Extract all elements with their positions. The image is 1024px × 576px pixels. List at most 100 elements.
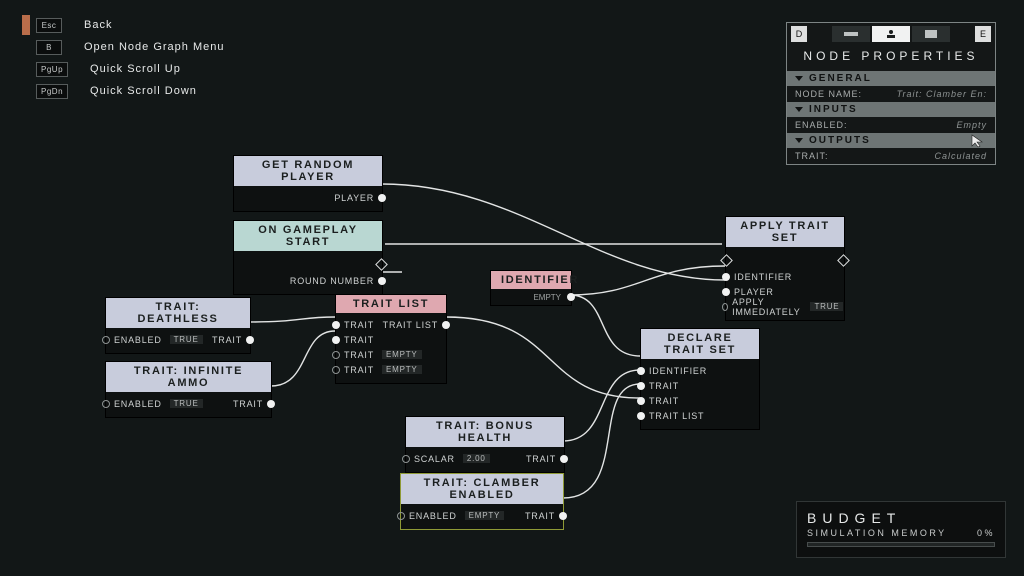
exec-out-port[interactable]: [375, 258, 388, 271]
output-port[interactable]: [267, 400, 275, 408]
key-legend: Esc Back B Open Node Graph Menu PgUp Qui…: [22, 15, 224, 103]
input-label: TRAIT: [344, 335, 374, 345]
input-port[interactable]: [102, 400, 110, 408]
property-key: ENABLED:: [795, 120, 848, 130]
input-label: TRAIT: [344, 365, 374, 375]
node-trait-clamber-enabled[interactable]: TRAIT: CLAMBER ENABLED ENABLEDEMPTY TRAI…: [400, 473, 564, 530]
exec-out-port[interactable]: [837, 254, 850, 267]
node-trait-infinite-ammo[interactable]: TRAIT: INFINITE AMMO ENABLEDTRUE TRAIT: [105, 361, 272, 418]
caret-down-icon: [795, 76, 803, 81]
input-value: 2.00: [463, 454, 490, 463]
output-label: TRAIT LIST: [383, 320, 438, 330]
node-title: TRAIT: BONUS HEALTH: [406, 417, 564, 447]
node-declare-trait-set[interactable]: DECLARE TRAIT SET IDENTIFIER TRAIT TRAIT…: [640, 328, 760, 430]
output-label: TRAIT: [233, 399, 263, 409]
input-value: EMPTY: [382, 350, 422, 359]
input-label: APPLY IMMEDIATELY: [732, 297, 802, 317]
key-pgdn: PgDn: [36, 84, 68, 99]
input-value: TRUE: [810, 302, 843, 311]
node-trait-deathless[interactable]: TRAIT: DEATHLESS ENABLED TRUE TRAIT: [105, 297, 251, 354]
key-esc: Esc: [36, 18, 62, 33]
input-port[interactable]: [722, 273, 730, 281]
output-port[interactable]: [567, 293, 575, 301]
input-port[interactable]: [332, 351, 340, 359]
node-title: ON GAMEPLAY START: [234, 221, 382, 251]
property-row[interactable]: ENABLED: Empty: [787, 117, 995, 133]
section-header-outputs[interactable]: OUTPUTS: [787, 133, 995, 148]
input-port[interactable]: [637, 412, 645, 420]
node-title: TRAIT LIST: [336, 295, 446, 313]
output-label: ROUND NUMBER: [240, 276, 374, 286]
input-label: ENABLED: [114, 335, 162, 345]
output-port[interactable]: [246, 336, 254, 344]
input-port[interactable]: [637, 367, 645, 375]
input-label: TRAIT: [649, 381, 679, 391]
input-label: ENABLED: [409, 511, 457, 521]
node-title: TRAIT: INFINITE AMMO: [106, 362, 271, 392]
legend-row[interactable]: PgDn Quick Scroll Down: [22, 81, 224, 101]
identifier-value: EMPTY: [533, 293, 561, 302]
property-key: TRAIT:: [795, 151, 829, 161]
property-value: Calculated: [934, 151, 987, 161]
panel-nav-right[interactable]: E: [975, 26, 991, 42]
legend-accent: [22, 15, 30, 35]
budget-value: 0%: [977, 528, 995, 538]
legend-row[interactable]: Esc Back: [22, 15, 224, 35]
input-port[interactable]: [722, 303, 728, 311]
property-key: NODE NAME:: [795, 89, 862, 99]
input-port[interactable]: [402, 455, 410, 463]
budget-label: SIMULATION MEMORY: [807, 528, 947, 538]
section-header-inputs[interactable]: INPUTS: [787, 102, 995, 117]
output-port[interactable]: [442, 321, 450, 329]
input-label: TRAIT: [649, 396, 679, 406]
output-port[interactable]: [559, 512, 567, 520]
node-trait-bonus-health[interactable]: TRAIT: BONUS HEALTH SCALAR2.00 TRAIT: [405, 416, 565, 473]
input-label: TRAIT LIST: [649, 411, 704, 421]
output-label: PLAYER: [240, 193, 374, 203]
property-row[interactable]: TRAIT: Calculated: [787, 148, 995, 164]
input-port[interactable]: [722, 288, 730, 296]
output-port[interactable]: [378, 194, 386, 202]
node-title: TRAIT: DEATHLESS: [106, 298, 250, 328]
panel-tab-2[interactable]: [872, 26, 910, 42]
property-row[interactable]: NODE NAME: Trait: Clamber En:: [787, 86, 995, 102]
input-label: TRAIT: [344, 350, 374, 360]
node-trait-list[interactable]: TRAIT LIST TRAIT TRAIT LIST TRAIT TRAIT E…: [335, 294, 447, 384]
input-port[interactable]: [332, 366, 340, 374]
output-label: TRAIT: [212, 335, 242, 345]
legend-row[interactable]: B Open Node Graph Menu: [22, 37, 224, 57]
node-on-gameplay-start[interactable]: ON GAMEPLAY START ROUND NUMBER: [233, 220, 383, 295]
key-b: B: [36, 40, 62, 55]
input-port[interactable]: [637, 382, 645, 390]
input-port[interactable]: [332, 336, 340, 344]
legend-label: Open Node Graph Menu: [84, 41, 224, 53]
panel-tabs: D E: [787, 23, 995, 45]
output-port[interactable]: [378, 277, 386, 285]
legend-label: Quick Scroll Up: [90, 63, 181, 75]
input-port[interactable]: [397, 512, 405, 520]
panel-nav-left[interactable]: D: [791, 26, 807, 42]
section-header-general[interactable]: GENERAL: [787, 71, 995, 86]
node-identifier[interactable]: IDENTIFIER EMPTY: [490, 270, 572, 306]
property-value: Trait: Clamber En:: [897, 89, 987, 99]
input-label: IDENTIFIER: [734, 272, 792, 282]
input-port[interactable]: [332, 321, 340, 329]
caret-down-icon: [795, 107, 803, 112]
input-port[interactable]: [637, 397, 645, 405]
input-label: SCALAR: [414, 454, 455, 464]
legend-row[interactable]: PgUp Quick Scroll Up: [22, 59, 224, 79]
output-port[interactable]: [560, 455, 568, 463]
panel-tab-1[interactable]: [832, 26, 870, 42]
input-value: TRUE: [170, 335, 203, 344]
node-get-random-player[interactable]: GET RANDOM PLAYER PLAYER: [233, 155, 383, 212]
budget-panel: BUDGET SIMULATION MEMORY 0%: [796, 501, 1006, 558]
panel-tab-3[interactable]: [912, 26, 950, 42]
node-title: GET RANDOM PLAYER: [234, 156, 382, 186]
exec-in-port[interactable]: [720, 254, 733, 267]
input-port[interactable]: [102, 336, 110, 344]
properties-panel: D E NODE PROPERTIES GENERAL NODE NAME:Tr…: [786, 22, 996, 165]
output-label: TRAIT: [525, 511, 555, 521]
node-apply-trait-set[interactable]: APPLY TRAIT SET IDENTIFIER PLAYER APPLY …: [725, 216, 845, 321]
property-value: Empty: [956, 120, 987, 130]
legend-label: Quick Scroll Down: [90, 85, 197, 97]
